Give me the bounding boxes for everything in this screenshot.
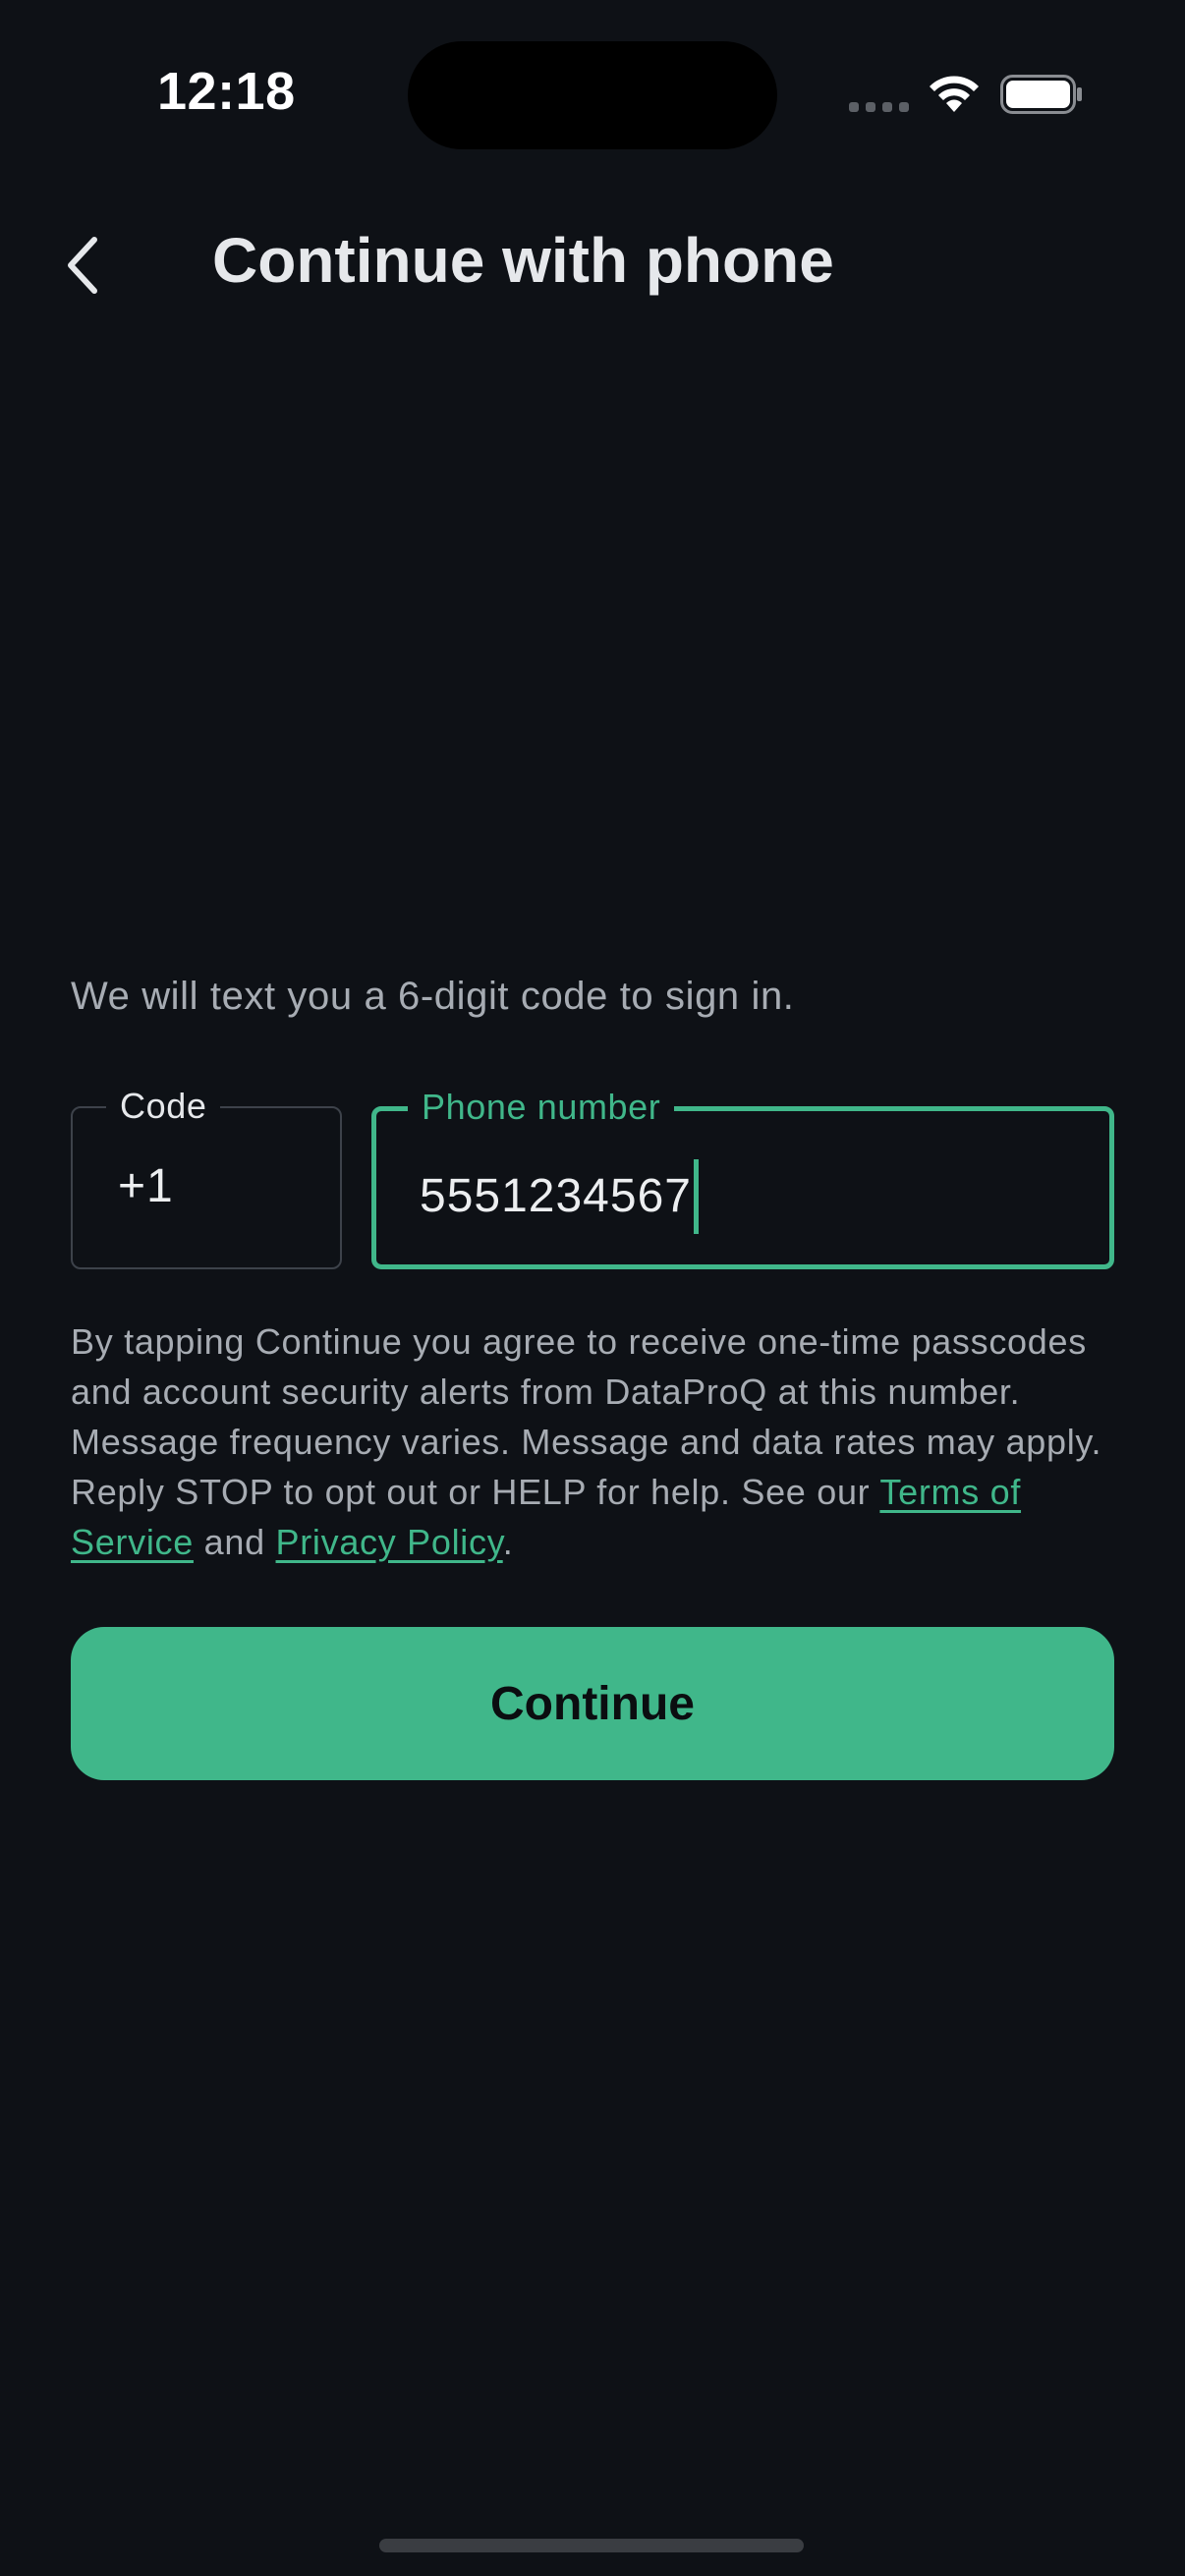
- intro-text: We will text you a 6-digit code to sign …: [71, 975, 795, 1018]
- consent-text: By tapping Continue you agree to receive…: [71, 1316, 1122, 1567]
- continue-button[interactable]: Continue: [71, 1627, 1114, 1780]
- page-title: Continue with phone: [212, 225, 834, 296]
- phone-number-input[interactable]: 5551234567: [420, 1159, 699, 1234]
- country-code-value: +1: [118, 1160, 174, 1212]
- country-code-field[interactable]: Code +1: [71, 1083, 342, 1269]
- chevron-left-icon: [68, 237, 97, 294]
- continue-button-label: Continue: [490, 1677, 695, 1730]
- battery-icon: [1000, 75, 1082, 114]
- back-button[interactable]: [47, 224, 118, 307]
- wifi-icon: [930, 76, 979, 112]
- consent-text-after: .: [502, 1522, 514, 1562]
- phone-number-label: Phone number: [408, 1084, 675, 1131]
- consent-text-middle: and: [193, 1522, 276, 1562]
- privacy-policy-link[interactable]: Privacy Policy: [276, 1522, 503, 1562]
- home-indicator[interactable]: [379, 2539, 804, 2552]
- signal-dots-icon: [849, 102, 909, 112]
- status-time: 12:18: [157, 62, 296, 121]
- country-code-label: Code: [106, 1083, 221, 1130]
- dynamic-island: [408, 41, 777, 149]
- phone-number-value: 5551234567: [420, 1170, 692, 1222]
- phone-number-field[interactable]: Phone number 5551234567: [371, 1084, 1114, 1269]
- text-cursor: [693, 1159, 699, 1234]
